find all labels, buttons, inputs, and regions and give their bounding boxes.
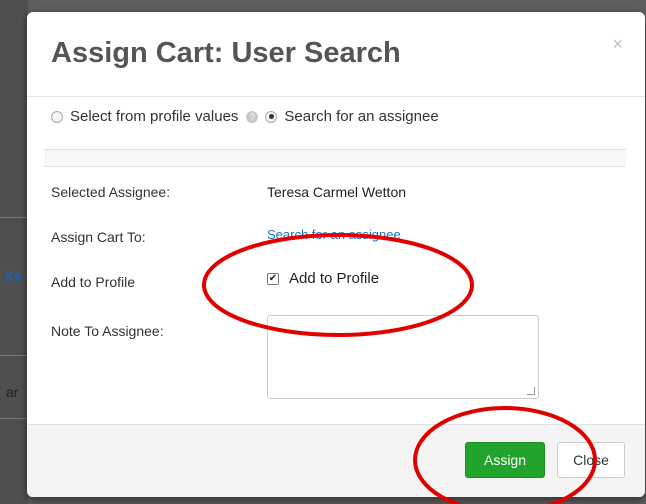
help-icon[interactable]: ? [246, 110, 259, 123]
note-to-assignee-label: Note To Assignee: [51, 323, 164, 339]
add-to-profile-checkbox[interactable]: ✔ [267, 272, 279, 285]
assignee-source-radio-group: Select from profile values ? Search for … [51, 108, 439, 125]
selected-assignee-label: Selected Assignee: [51, 184, 171, 200]
selected-assignee-value: Teresa Carmel Wetton [267, 184, 407, 200]
assign-button[interactable]: Assign [465, 442, 545, 478]
radio-profile-values-label[interactable]: Select from profile values [70, 108, 238, 125]
background-divider [0, 217, 28, 218]
close-icon[interactable]: × [612, 34, 623, 55]
search-assignee-link[interactable]: Search for an assignee [267, 227, 401, 242]
modal-title: Assign Cart: User Search [51, 37, 401, 69]
background-page [0, 0, 28, 504]
background-divider [0, 418, 28, 419]
modal-header: Assign Cart: User Search × [27, 12, 645, 97]
radio-search-assignee[interactable] [265, 110, 278, 123]
background-divider [0, 355, 28, 356]
assign-cart-to-label: Assign Cart To: [51, 229, 146, 245]
note-to-assignee-textarea[interactable] [267, 315, 539, 399]
section-divider [44, 149, 626, 167]
background-link-fragment: Xe [4, 268, 23, 285]
radio-search-assignee-label[interactable]: Search for an assignee [284, 108, 438, 125]
add-to-profile-checkbox-label[interactable]: Add to Profile [289, 270, 379, 287]
assign-cart-modal: Assign Cart: User Search × Select from p… [27, 12, 645, 497]
add-to-profile-checkbox-row[interactable]: ✔ Add to Profile [267, 270, 379, 287]
add-to-profile-label: Add to Profile [51, 274, 136, 290]
close-button[interactable]: Close [557, 442, 625, 478]
modal-footer [27, 424, 645, 497]
background-text-fragment: ar [6, 384, 19, 400]
radio-profile-values[interactable] [51, 110, 63, 123]
resize-grip-icon[interactable] [527, 387, 535, 395]
